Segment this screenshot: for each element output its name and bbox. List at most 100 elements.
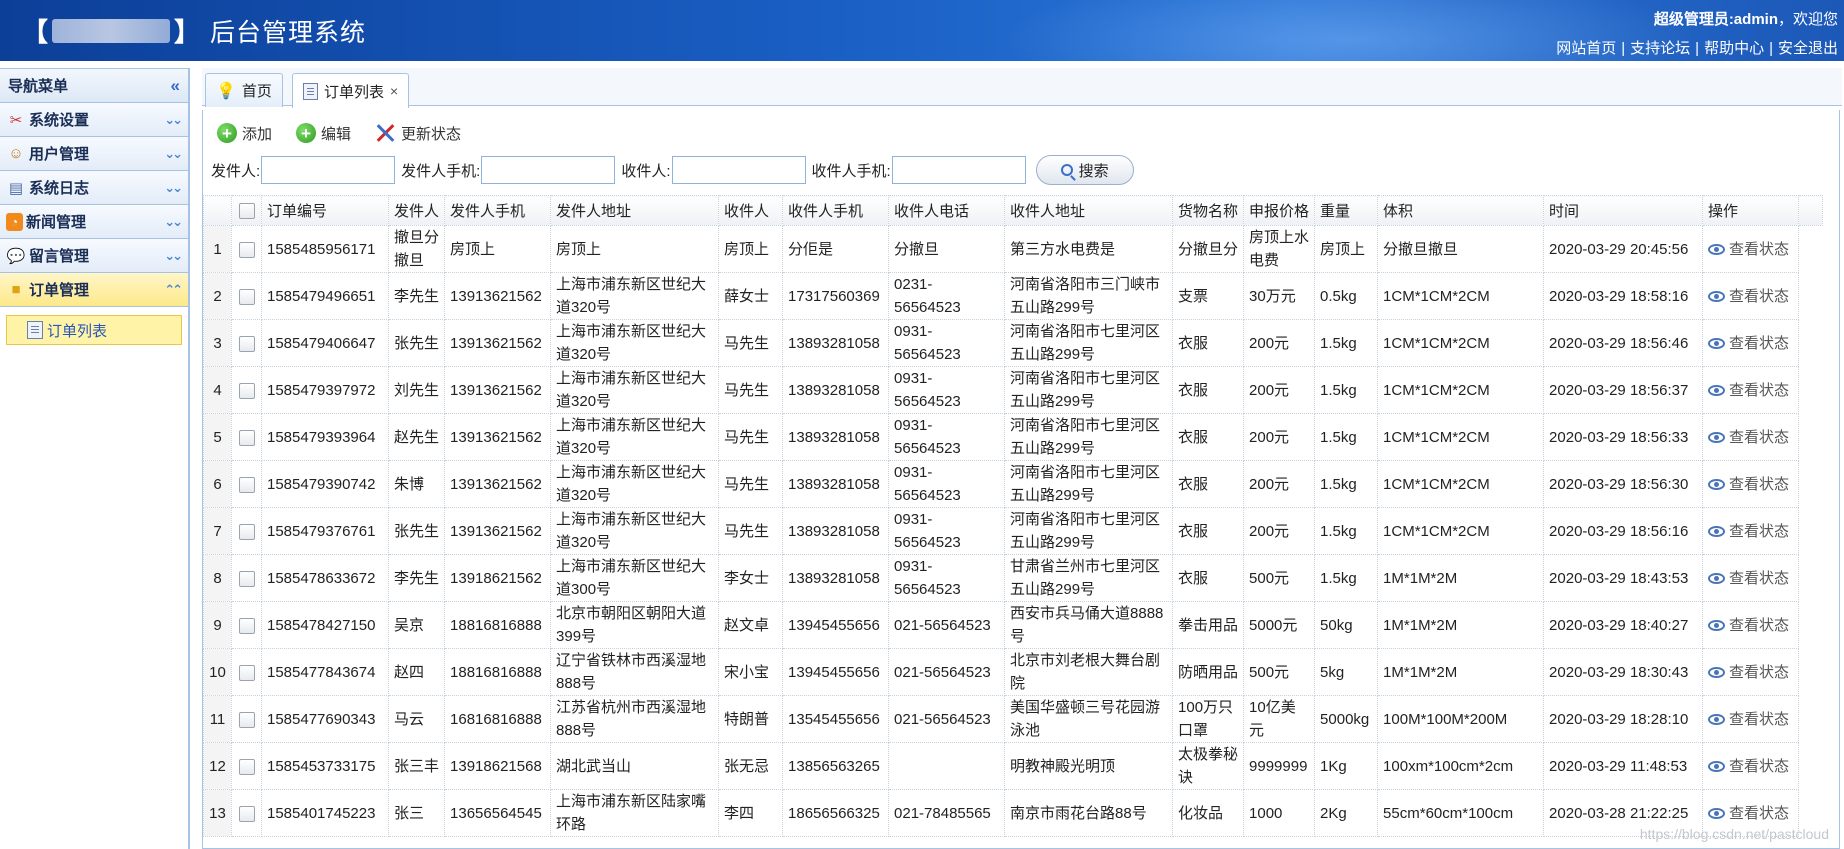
sender-phone-input[interactable] — [481, 156, 616, 184]
table-row[interactable]: 13 1585401745223 张三 13656564545 上海市浦东新区陆家嘴环路… — [203, 789, 1823, 837]
column-header[interactable]: 重量 — [1314, 195, 1379, 226]
table-row[interactable]: 11 1585477690343 马云 16816816888 江苏省杭州市西溪湿地88… — [203, 695, 1823, 743]
row-checkbox[interactable] — [238, 617, 255, 634]
row-checkbox[interactable] — [238, 335, 255, 352]
link-logout[interactable]: 安全退出 — [1778, 40, 1838, 57]
row-checkbox[interactable] — [238, 711, 255, 728]
column-header[interactable]: 发件人 — [387, 195, 446, 226]
view-status-link[interactable]: 查看状态 — [1708, 476, 1789, 493]
table-row[interactable]: 3 1585479406647 张先生 13913621562 上海市浦东新区世纪大道3… — [203, 319, 1823, 367]
cell-sender: 赵先生 — [387, 413, 446, 461]
link-home[interactable]: 网站首页 — [1556, 40, 1616, 57]
receiver-input[interactable] — [671, 156, 806, 184]
cell-saddr: 江苏省杭州市西溪湿地888号 — [550, 695, 720, 743]
view-status-link[interactable]: 查看状态 — [1708, 617, 1789, 634]
tab-order-list[interactable]: 订单列表 × — [292, 73, 410, 108]
scrollbar-gutter-cell — [1799, 555, 1823, 602]
table-row[interactable]: 1 1585485956171 撤旦分撤旦 房顶上 房顶上 房顶上 分佢是 分撤旦 第三方水电费… — [203, 225, 1823, 273]
link-forum[interactable]: 支持论坛 — [1630, 40, 1690, 57]
view-status-link[interactable]: 查看状态 — [1708, 241, 1789, 258]
sidebar-item-message-management[interactable]: 💬 留言管理 ⌄⌄ — [0, 239, 188, 273]
edit-button[interactable]: + 编辑 — [296, 123, 351, 144]
tab-bar: 💡 首页 订单列表 × — [202, 68, 1842, 108]
row-checkbox[interactable] — [238, 523, 255, 540]
view-status-link[interactable]: 查看状态 — [1708, 758, 1789, 775]
table-row[interactable]: 8 1585478633672 李先生 13918621562 上海市浦东新区世纪大道3… — [203, 554, 1823, 602]
row-checkbox[interactable] — [238, 241, 255, 258]
search-button[interactable]: 搜索 — [1035, 155, 1134, 185]
cell-sphone: 13656564545 — [444, 789, 552, 837]
sidebar-item-user-management[interactable]: ☺ 用户管理 ⌄⌄ — [0, 137, 188, 171]
receiver-phone-input[interactable] — [891, 156, 1026, 184]
view-status-link[interactable]: 查看状态 — [1708, 711, 1789, 728]
column-header[interactable]: 订单编号 — [261, 195, 389, 226]
column-header[interactable]: 时间 — [1543, 195, 1704, 226]
row-checkbox[interactable] — [238, 570, 255, 587]
table-row[interactable]: 4 1585479397972 刘先生 13913621562 上海市浦东新区世纪大道3… — [203, 366, 1823, 414]
add-button[interactable]: + 添加 — [217, 123, 272, 144]
row-checkbox[interactable] — [238, 288, 255, 305]
close-icon[interactable]: × — [390, 83, 398, 99]
table-row[interactable]: 10 1585477843674 赵四 18816816888 辽宁省铁林市西溪湿地88… — [203, 648, 1823, 696]
table-row[interactable]: 9 1585478427150 吴京 18816816888 北京市朝阳区朝阳大道399… — [203, 601, 1823, 649]
sidebar-item-system-log[interactable]: ▤ 系统日志 ⌄⌄ — [0, 171, 188, 205]
view-status-label: 查看状态 — [1729, 381, 1790, 399]
cell-action: 查看状态 — [1702, 648, 1800, 696]
cell-raddr: 明教神殿光明顶 — [1004, 742, 1174, 790]
column-header[interactable]: 申报价格 — [1243, 195, 1316, 226]
sidebar-subitem-order-list[interactable]: 订单列表 — [6, 315, 182, 345]
table-row[interactable]: 7 1585479376761 张先生 13913621562 上海市浦东新区世纪大道3… — [203, 507, 1823, 555]
link-help[interactable]: 帮助中心 — [1704, 40, 1764, 57]
double-chevron-left-icon[interactable]: « — [171, 76, 180, 96]
view-status-link[interactable]: 查看状态 — [1708, 805, 1789, 822]
cell-id: 1585485956171 — [261, 225, 389, 273]
table-row[interactable]: 2 1585479496651 李先生 13913621562 上海市浦东新区世纪大道3… — [203, 272, 1823, 320]
column-header[interactable]: 货物名称 — [1172, 195, 1245, 226]
column-header[interactable]: 体积 — [1377, 195, 1545, 226]
lightbulb-icon: 💡 — [216, 82, 236, 100]
column-header[interactable]: 操作 — [1702, 195, 1800, 226]
row-checkbox[interactable] — [238, 382, 255, 399]
row-checkbox[interactable] — [238, 429, 255, 446]
row-checkbox[interactable] — [238, 758, 255, 775]
sidebar-item-news-management[interactable]: ◔ 新闻管理 ⌄⌄ — [0, 205, 188, 239]
view-status-link[interactable]: 查看状态 — [1708, 429, 1789, 446]
view-status-link[interactable]: 查看状态 — [1708, 382, 1789, 399]
cell-raddr: 河南省洛阳市七里河区五山路299号 — [1004, 460, 1174, 508]
view-status-link[interactable]: 查看状态 — [1708, 335, 1789, 352]
view-status-link[interactable]: 查看状态 — [1708, 523, 1789, 540]
row-checkbox-cell — [231, 366, 262, 414]
row-checkbox[interactable] — [238, 805, 255, 822]
sidebar-item-system-settings[interactable]: ✂ 系统设置 ⌄⌄ — [0, 103, 188, 137]
column-header[interactable]: 发件人手机 — [444, 195, 552, 226]
update-status-button[interactable]: 更新状态 — [375, 122, 461, 144]
cell-rphone: 13545455656 — [782, 695, 890, 743]
row-checkbox-cell — [231, 742, 262, 790]
table-row[interactable]: 5 1585479393964 赵先生 13913621562 上海市浦东新区世纪大道3… — [203, 413, 1823, 461]
select-all-checkbox[interactable] — [238, 203, 255, 220]
row-number: 9 — [203, 601, 232, 649]
column-header[interactable]: 收件人 — [718, 195, 784, 226]
sidebar-item-order-management[interactable]: ■ 订单管理 ⌃⌃ — [0, 273, 188, 307]
column-header[interactable]: 收件人手机 — [782, 195, 890, 226]
tab-home[interactable]: 💡 首页 — [205, 73, 283, 107]
column-header[interactable]: 收件人电话 — [888, 195, 1006, 226]
chevron-down-icon: ⌄⌄ — [164, 145, 183, 161]
cell-time: 2020-03-29 18:56:37 — [1543, 366, 1704, 414]
view-status-link[interactable]: 查看状态 — [1708, 664, 1789, 681]
scrollbar-gutter-cell — [1799, 367, 1823, 414]
cell-goods: 支票 — [1172, 272, 1245, 320]
table-row[interactable]: 12 1585453733175 张三丰 13918621568 湖北武当山 张无忌 138… — [203, 742, 1823, 790]
table-row[interactable]: 6 1585479390742 朱博 13913621562 上海市浦东新区世纪大道32… — [203, 460, 1823, 508]
column-header[interactable]: 发件人地址 — [550, 195, 720, 226]
scrollbar-gutter-cell — [1799, 649, 1823, 696]
column-header[interactable]: 收件人地址 — [1004, 195, 1174, 226]
sender-input[interactable] — [261, 156, 396, 184]
eye-icon — [1708, 808, 1726, 820]
view-status-link[interactable]: 查看状态 — [1708, 570, 1789, 587]
view-status-link[interactable]: 查看状态 — [1708, 288, 1789, 305]
cell-receiver: 马先生 — [718, 319, 784, 367]
row-checkbox[interactable] — [238, 664, 255, 681]
sidebar: 导航菜单 « ✂ 系统设置 ⌄⌄ ☺ 用户管理 ⌄⌄ ▤ 系统日志 ⌄⌄ ◔ 新… — [0, 68, 190, 849]
row-checkbox[interactable] — [238, 476, 255, 493]
